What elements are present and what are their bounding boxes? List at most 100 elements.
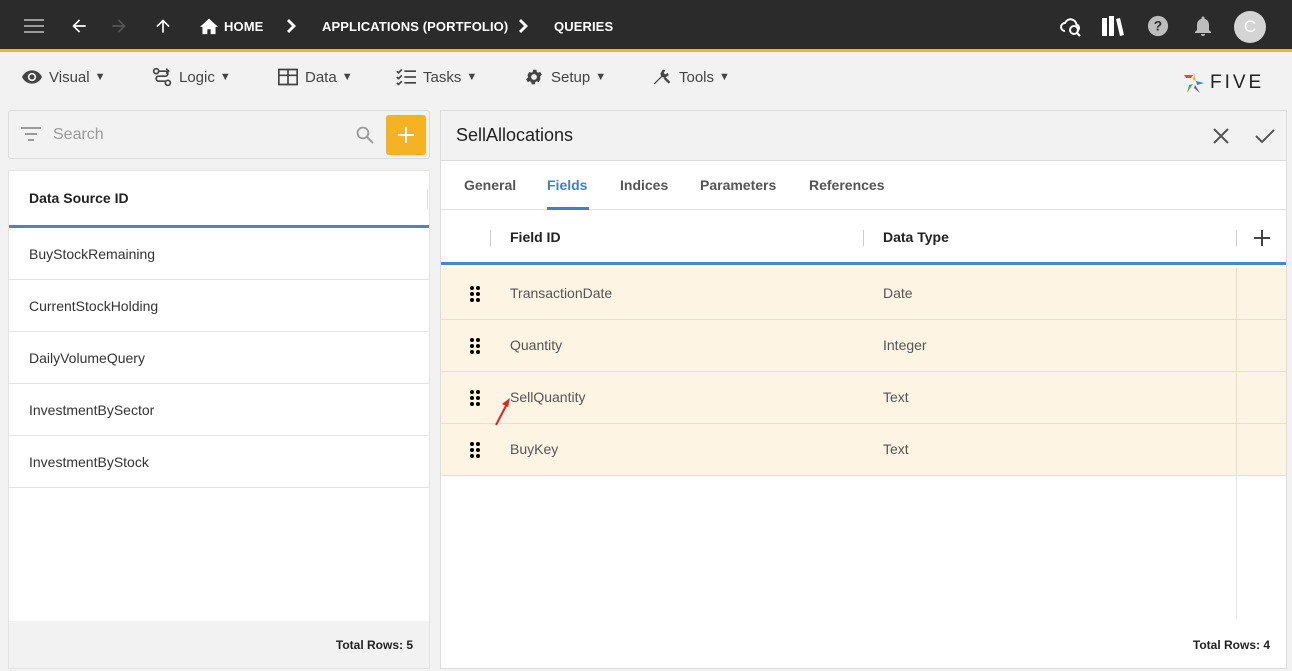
drag-handle-icon[interactable] <box>469 441 481 459</box>
menu-tasks[interactable]: Tasks ▼ <box>396 61 477 93</box>
menu-tools-label: Tools <box>679 68 715 86</box>
list-item[interactable]: BuyStockRemaining <box>9 228 429 280</box>
column-divider <box>1236 320 1237 372</box>
form-total-rows: Total Rows: 4 <box>1192 638 1270 652</box>
help-icon[interactable]: ? <box>1146 0 1170 52</box>
chevron-right-icon <box>516 0 532 52</box>
cell-data-type: Date <box>883 285 913 301</box>
breadcrumb-applications[interactable]: APPLICATIONS (PORTFOLIO) <box>322 0 508 52</box>
drag-handle-icon[interactable] <box>469 285 481 303</box>
cell-field-id: Quantity <box>510 337 563 353</box>
cell-field-id: BuyKey <box>510 441 559 457</box>
cell-field-id: TransactionDate <box>510 285 613 301</box>
gear-icon <box>526 69 542 85</box>
back-arrow-icon[interactable] <box>66 0 92 52</box>
logic-icon <box>152 67 172 87</box>
table-row[interactable]: TransactionDate Date <box>441 268 1286 320</box>
notifications-bell-icon[interactable] <box>1192 0 1214 52</box>
cell-data-type: Integer <box>883 337 927 353</box>
list-item[interactable]: CurrentStockHolding <box>9 280 429 332</box>
table-row[interactable]: SellQuantity Text <box>441 372 1286 424</box>
list-header-label: Data Source ID <box>29 190 129 206</box>
eye-icon <box>22 70 42 84</box>
home-icon[interactable] <box>198 0 220 52</box>
plus-icon <box>398 127 414 143</box>
menu-tasks-label: Tasks <box>423 68 462 86</box>
menu-bar: Visual ▼ Logic ▼ Data ▼ Tasks ▼ Setup ▼ … <box>0 55 1292 105</box>
table-icon <box>278 68 298 86</box>
table-row[interactable]: BuyKey Text <box>441 424 1286 476</box>
breadcrumb-queries[interactable]: QUERIES <box>554 0 613 52</box>
fields-grid-header: Field ID Data Type <box>441 211 1286 265</box>
menu-visual[interactable]: Visual ▼ <box>22 61 105 93</box>
caret-down-icon: ▼ <box>94 71 106 83</box>
caret-down-icon: ▼ <box>466 71 478 83</box>
column-divider <box>1236 475 1237 619</box>
caret-down-icon: ▼ <box>219 71 231 83</box>
menu-data[interactable]: Data ▼ <box>278 61 353 93</box>
record-form: SellAllocations General Fields Indices P… <box>440 110 1287 669</box>
form-title: SellAllocations <box>456 125 574 145</box>
five-logo: FIVE <box>1182 70 1264 96</box>
menu-setup-label: Setup <box>551 68 591 86</box>
cell-data-type: Text <box>883 441 909 457</box>
list-item[interactable]: InvestmentBySector <box>9 384 429 436</box>
list-item[interactable]: DailyVolumeQuery <box>9 332 429 384</box>
active-tab-indicator <box>547 207 589 210</box>
menu-logic[interactable]: Logic ▼ <box>152 61 231 93</box>
column-header-data-type[interactable]: Data Type <box>883 229 949 245</box>
svg-text:?: ? <box>1154 19 1162 34</box>
top-bar: HOME APPLICATIONS (PORTFOLIO) QUERIES ? … <box>0 0 1292 52</box>
menu-data-label: Data <box>305 68 337 86</box>
column-divider <box>1236 372 1237 424</box>
up-arrow-icon[interactable] <box>150 0 176 52</box>
list-column-header[interactable]: Data Source ID <box>9 171 429 228</box>
library-books-icon[interactable] <box>1100 0 1126 52</box>
column-separator <box>863 230 864 246</box>
drag-handle-icon[interactable] <box>469 337 481 355</box>
tasks-icon <box>396 68 416 86</box>
cell-field-id: SellQuantity <box>510 389 586 405</box>
menu-setup[interactable]: Setup ▼ <box>524 61 606 93</box>
search-bar <box>8 110 430 159</box>
five-logo-text: FIVE <box>1210 72 1265 93</box>
column-divider <box>1236 268 1237 320</box>
plus-icon <box>1254 230 1270 246</box>
annotation-arrow-icon <box>495 398 510 426</box>
column-separator <box>490 230 491 246</box>
hamburger-menu-icon[interactable] <box>22 0 48 52</box>
close-icon <box>1213 128 1229 144</box>
menu-logic-label: Logic <box>179 68 215 86</box>
tab-general[interactable]: General <box>464 177 516 193</box>
close-button[interactable] <box>1209 124 1233 148</box>
column-divider <box>1236 424 1237 476</box>
menu-tools[interactable]: Tools ▼ <box>652 61 730 93</box>
breadcrumb-home[interactable]: HOME <box>224 0 263 52</box>
add-field-button[interactable] <box>1251 227 1273 249</box>
table-row[interactable]: Quantity Integer <box>441 320 1286 372</box>
caret-down-icon: ▼ <box>719 71 730 83</box>
save-button[interactable] <box>1253 124 1277 148</box>
tab-indices[interactable]: Indices <box>620 177 668 193</box>
filter-icon[interactable] <box>21 125 41 143</box>
check-icon <box>1255 129 1275 144</box>
search-icon[interactable] <box>355 125 375 145</box>
tab-fields[interactable]: Fields <box>547 177 587 193</box>
list-item[interactable]: InvestmentByStock <box>9 436 429 488</box>
forward-arrow-icon[interactable] <box>106 0 132 52</box>
chevron-right-icon <box>284 0 300 52</box>
user-avatar[interactable]: C <box>1234 11 1266 43</box>
drag-handle-icon[interactable] <box>469 389 481 407</box>
column-separator <box>1236 230 1237 246</box>
cloud-sync-icon[interactable] <box>1058 0 1084 52</box>
column-header-field-id[interactable]: Field ID <box>510 229 561 245</box>
tab-parameters[interactable]: Parameters <box>700 177 776 193</box>
caret-down-icon: ▼ <box>341 71 353 83</box>
form-header: SellAllocations <box>441 111 1286 161</box>
cell-data-type: Text <box>883 389 909 405</box>
five-logo-icon <box>1184 73 1204 93</box>
search-input[interactable] <box>53 121 343 149</box>
tab-references[interactable]: References <box>809 177 885 193</box>
add-record-button[interactable] <box>386 115 426 155</box>
tools-icon <box>653 69 671 85</box>
